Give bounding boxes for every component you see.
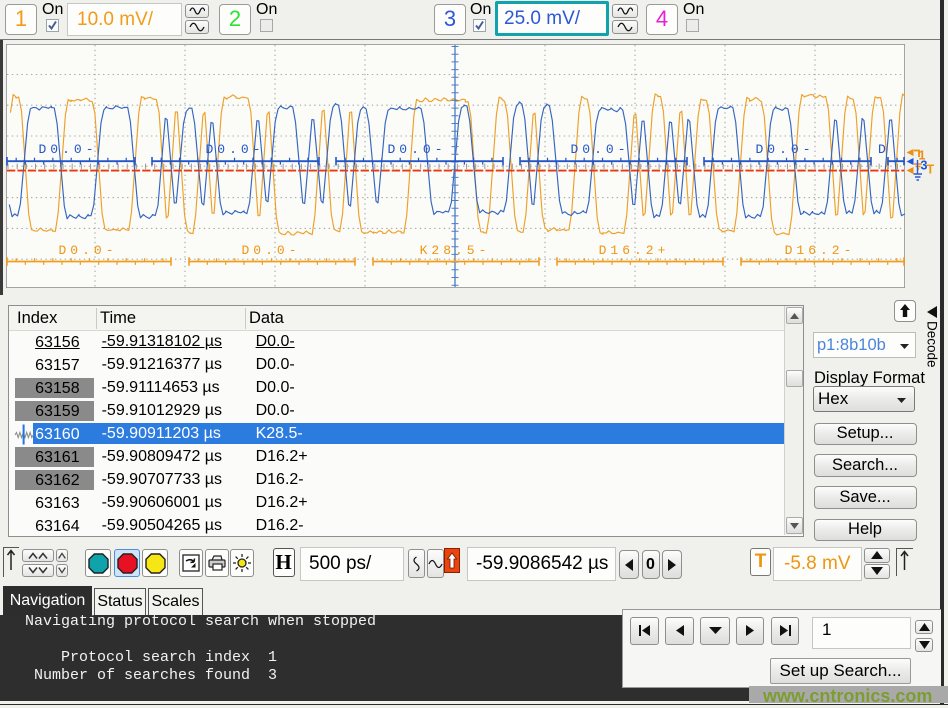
svg-text:D0.0-: D0.0- xyxy=(241,243,300,258)
svg-text:D0.0-: D0.0- xyxy=(38,142,97,157)
svg-text:D0.0-: D0.0- xyxy=(387,142,446,157)
svg-text:D0.0-: D0.0- xyxy=(755,142,814,157)
svg-text:D0.0-: D0.0- xyxy=(58,243,117,258)
svg-text:D0.0-: D0.0- xyxy=(570,142,629,157)
svg-text:K28.5-: K28.5- xyxy=(420,243,491,258)
svg-text:D16.2+: D16.2+ xyxy=(599,243,670,258)
svg-text:D16.2-: D16.2- xyxy=(785,243,856,258)
svg-text:D0.0-: D0.0- xyxy=(205,142,264,157)
svg-text:T: T xyxy=(927,163,935,177)
svg-text:D: D xyxy=(878,142,890,157)
